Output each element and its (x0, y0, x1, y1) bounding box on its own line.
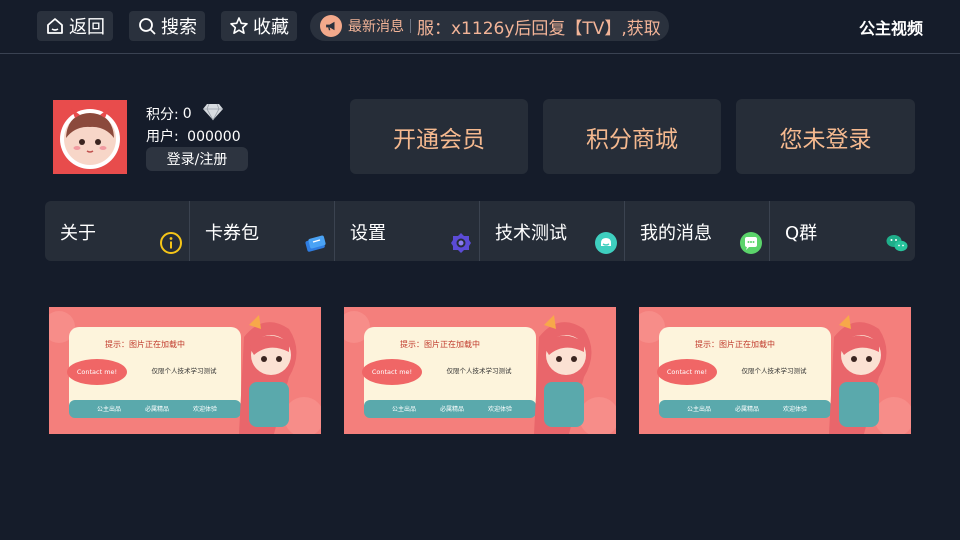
points-row: 积分: 0 (146, 103, 224, 125)
gear-icon (451, 233, 471, 253)
info-icon (160, 232, 182, 254)
menu-item-label: 卡券包 (205, 223, 259, 244)
news-divider (410, 19, 411, 33)
menu-item-label: Q群 (785, 223, 818, 244)
menu-item-label: 设置 (350, 223, 386, 244)
banner-subtitle: 仅限个人技术学习测试 (447, 366, 513, 375)
banner-title: 提示：图片正在加载中 (105, 339, 185, 349)
banner-footer-3: 欢迎体验 (488, 405, 512, 413)
user-label: 用户: (146, 129, 179, 145)
banner-title: 提示：图片正在加载中 (695, 339, 775, 349)
points-label: 积分: (146, 107, 179, 123)
back-button[interactable]: 返回 (37, 11, 113, 41)
banner-footer-2: 必属精品 (145, 405, 169, 413)
banner-footer-2: 必属精品 (735, 405, 759, 413)
news-label: 最新消息 (348, 19, 404, 35)
ticket-icon (305, 235, 326, 252)
banner-title: 提示：图片正在加载中 (400, 339, 480, 349)
search-label: 搜索 (161, 17, 197, 38)
menu-item-messages[interactable]: 我的消息 (625, 201, 770, 261)
menu-item-coupons[interactable]: 卡券包 (190, 201, 335, 261)
search-button[interactable]: 搜索 (129, 11, 205, 41)
vip-button[interactable]: 开通会员 (350, 99, 528, 174)
megaphone-icon (320, 15, 342, 37)
banner-subtitle: 仅限个人技术学习测试 (152, 366, 218, 375)
banner-footer-1: 公主出品 (97, 405, 121, 413)
points-shop-button[interactable]: 积分商城 (543, 99, 721, 174)
avatar[interactable] (53, 100, 127, 174)
banner-footer-3: 欢迎体验 (193, 405, 217, 413)
user-id-row: 用户: 000000 (146, 126, 241, 146)
menu-item-label: 我的消息 (640, 223, 712, 244)
login-status-button[interactable]: 您未登录 (736, 99, 915, 174)
banner-bubble: Contact me! (77, 368, 117, 376)
banner-card[interactable]: 提示：图片正在加载中 仅限个人技术学习测试 Contact me! 公主出品 必… (344, 307, 616, 434)
test-icon (595, 232, 617, 254)
menu-item-settings[interactable]: 设置 (335, 201, 480, 261)
message-icon (740, 232, 762, 254)
banner-footer-1: 公主出品 (392, 405, 416, 413)
news-text: 服：x1126y后回复【TV】,获取 (417, 18, 661, 39)
banner-bubble: Contact me! (667, 368, 707, 376)
banner-footer-1: 公主出品 (687, 405, 711, 413)
favorite-button[interactable]: 收藏 (221, 11, 297, 41)
menu-item-label: 技术测试 (495, 223, 567, 244)
news-ticker[interactable]: 最新消息 服：x1126y后回复【TV】,获取 (310, 11, 669, 41)
menu-item-qq-group[interactable]: Q群 (770, 201, 915, 261)
star-icon (230, 17, 248, 34)
points-value: 0 (182, 106, 192, 122)
back-label: 返回 (69, 17, 105, 38)
favorite-label: 收藏 (253, 17, 289, 38)
banner-card[interactable]: 提示：图片正在加载中 仅限个人技术学习测试 Contact me! 公主出品 必… (49, 307, 321, 434)
wechat-icon (886, 235, 908, 252)
banner-card[interactable]: 提示：图片正在加载中 仅限个人技术学习测试 Contact me! 公主出品 必… (639, 307, 911, 434)
home-back-icon (47, 18, 63, 34)
top-bar: 返回 搜索 收藏 最新消息 服：x1126y后回复【TV】,获取 公主视频 (0, 0, 960, 54)
banner-bubble: Contact me! (372, 368, 412, 376)
menu-item-tech-test[interactable]: 技术测试 (480, 201, 625, 261)
diamond-icon (202, 103, 224, 125)
banner-footer-2: 必属精品 (440, 405, 464, 413)
banner-footer-3: 欢迎体验 (783, 405, 807, 413)
banner-subtitle: 仅限个人技术学习测试 (742, 366, 808, 375)
app-title: 公主视频 (858, 19, 923, 38)
menu-item-about[interactable]: 关于 (45, 201, 190, 261)
menu-row: 关于 卡券包 设置 技术测试 我的消息 Q群 (45, 201, 915, 261)
search-icon (139, 18, 156, 35)
menu-item-label: 关于 (60, 223, 96, 244)
login-register-button[interactable]: 登录/注册 (146, 147, 248, 171)
user-id-value: 000000 (187, 129, 241, 145)
